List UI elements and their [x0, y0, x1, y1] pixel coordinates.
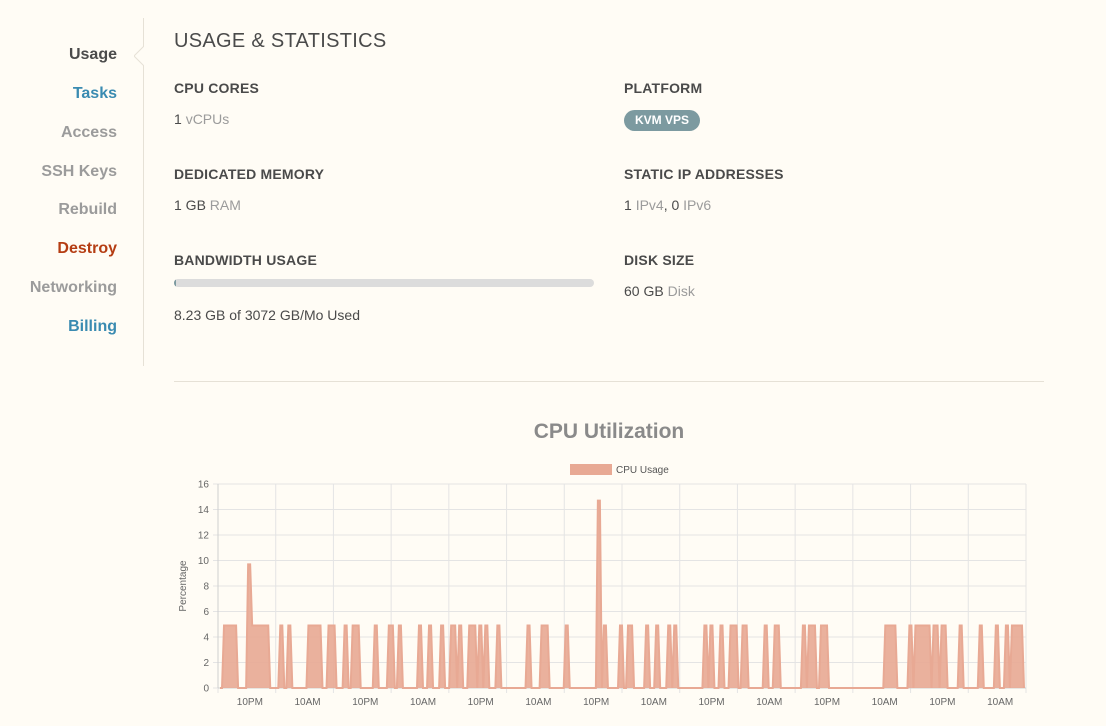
- y-tick-label: 4: [203, 633, 209, 644]
- x-tick-label: 10AM: [295, 697, 321, 708]
- bandwidth-progress-bar: [174, 279, 594, 287]
- cpu-cores-label: CPU CORES: [174, 80, 260, 96]
- x-tick-label: 10PM: [699, 697, 725, 708]
- page-title: USAGE & STATISTICS: [174, 30, 387, 52]
- chart-title: CPU Utilization: [533, 420, 685, 443]
- y-tick-label: 12: [198, 531, 210, 542]
- ipv6-count: 0: [671, 197, 680, 213]
- y-tick-label: 2: [203, 658, 209, 669]
- sidebar-item-ssh-keys[interactable]: SSH Keys: [41, 163, 117, 181]
- x-tick-label: 10AM: [756, 697, 782, 708]
- cpu-cores-count: 1: [174, 111, 182, 127]
- x-tick-label: 10AM: [641, 697, 667, 708]
- memory-value: 1 GB RAM: [174, 197, 241, 213]
- section-divider: [174, 381, 1044, 382]
- sidebar-item-destroy[interactable]: Destroy: [57, 240, 117, 258]
- x-tick-label: 10PM: [237, 697, 263, 708]
- disk-size-value: 60 GB Disk: [624, 283, 695, 299]
- active-indicator-notch: [134, 46, 144, 66]
- sidebar-item-tasks[interactable]: Tasks: [73, 85, 117, 103]
- sidebar-item-access[interactable]: Access: [61, 124, 117, 142]
- y-tick-label: 14: [198, 505, 210, 516]
- memory-label: DEDICATED MEMORY: [174, 166, 325, 182]
- static-ip-value: 1 IPv4, 0 IPv6: [624, 197, 711, 213]
- sidebar-nav: Usage Tasks Access SSH Keys Rebuild Dest…: [0, 18, 144, 366]
- sidebar-item-networking[interactable]: Networking: [30, 279, 117, 297]
- bandwidth-usage-text: 8.23 GB of 3072 GB/Mo Used: [174, 307, 360, 323]
- memory-unit: RAM: [209, 197, 241, 213]
- y-tick-label: 16: [198, 480, 210, 491]
- sidebar-item-rebuild[interactable]: Rebuild: [58, 201, 117, 219]
- x-tick-label: 10AM: [872, 697, 898, 708]
- x-tick-label: 10PM: [468, 697, 494, 708]
- y-tick-label: 10: [198, 556, 210, 567]
- platform-badge: KVM VPS: [624, 110, 701, 131]
- legend-label: CPU Usage: [616, 465, 669, 476]
- ipv6-unit: IPv6: [683, 197, 712, 213]
- bandwidth-label: BANDWIDTH USAGE: [174, 252, 317, 268]
- x-tick-label: 10PM: [814, 697, 840, 708]
- x-tick-label: 10PM: [352, 697, 378, 708]
- ipv4-count: 1: [624, 197, 632, 213]
- cpu-cores-unit: vCPUs: [185, 111, 230, 127]
- memory-amount: 1 GB: [174, 197, 206, 213]
- x-tick-label: 10PM: [583, 697, 609, 708]
- ip-separator: ,: [663, 197, 668, 213]
- sidebar-item-billing[interactable]: Billing: [68, 318, 117, 336]
- y-tick-label: 0: [203, 684, 209, 695]
- static-ip-label: STATIC IP ADDRESSES: [624, 166, 784, 182]
- x-tick-label: 10AM: [987, 697, 1013, 708]
- platform-label: PLATFORM: [624, 80, 703, 96]
- bandwidth-progress-fill: [174, 279, 176, 287]
- cpu-utilization-chart: 0 2 4 6 8 10 12 14 16 10PM 10AM 10PM 10AM 10PM 10AM 10P…: [178, 464, 1027, 708]
- cpu-cores-value: 1 vCPUs: [174, 111, 229, 127]
- legend-swatch: [570, 464, 612, 475]
- y-tick-label: 8: [203, 582, 209, 593]
- disk-size-label: DISK SIZE: [624, 252, 695, 268]
- sidebar-item-usage[interactable]: Usage: [69, 46, 117, 64]
- disk-amount: 60 GB: [624, 283, 664, 299]
- ipv4-unit: IPv4: [635, 197, 664, 213]
- x-tick-label: 10AM: [410, 697, 436, 708]
- disk-unit: Disk: [667, 283, 695, 299]
- x-tick-label: 10AM: [525, 697, 551, 708]
- y-axis-label: Percentage: [178, 560, 189, 612]
- x-tick-label: 10PM: [929, 697, 955, 708]
- y-tick-label: 6: [203, 607, 209, 618]
